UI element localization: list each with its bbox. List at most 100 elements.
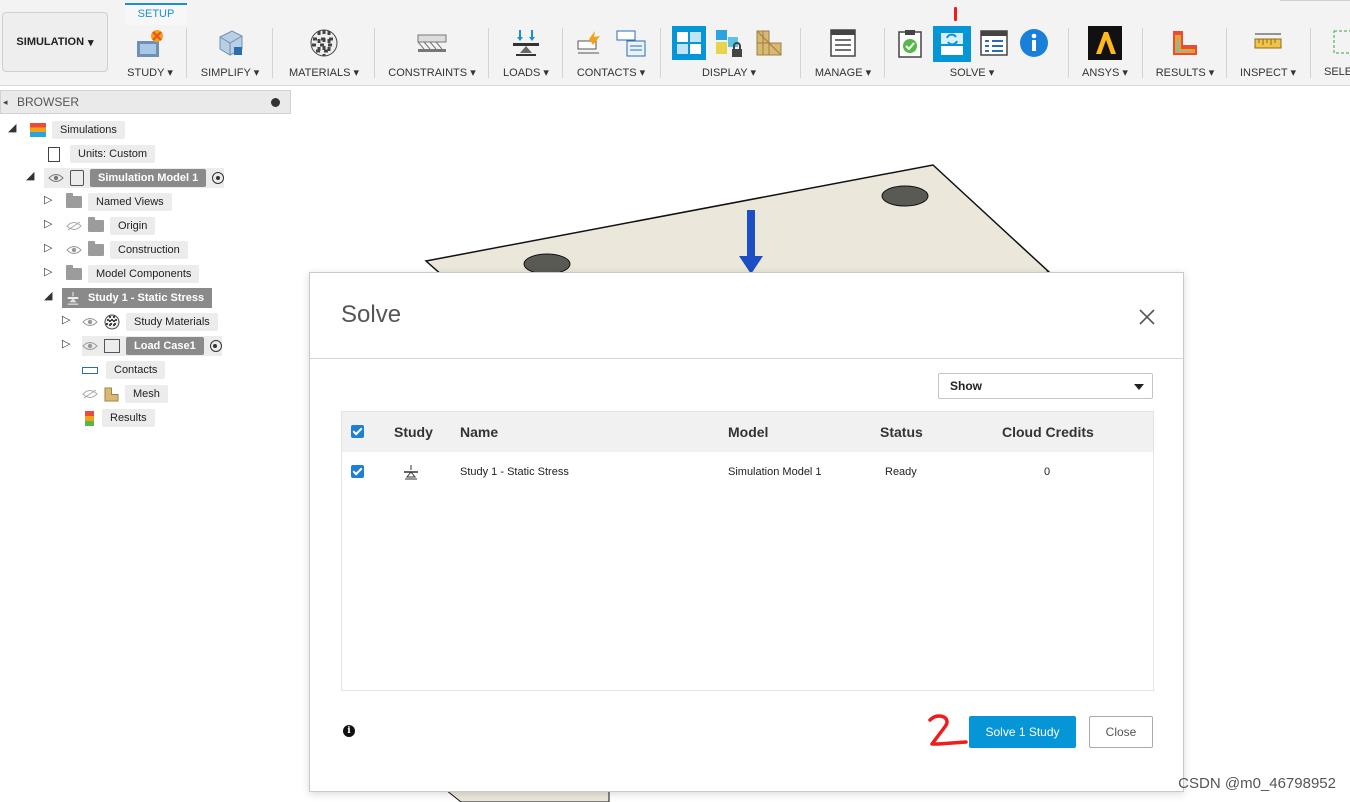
contacts-icon xyxy=(82,366,98,374)
contacts-group[interactable]: CONTACTS ▾ xyxy=(568,22,654,82)
select-all-checkbox[interactable] xyxy=(351,425,364,438)
tree-node-model-components[interactable]: Model Components xyxy=(66,264,200,284)
constraints-group[interactable]: CONSTRAINTS ▾ xyxy=(384,22,480,82)
browser-panel-header[interactable]: ◂ BROWSER xyxy=(0,90,291,114)
document-icon xyxy=(48,146,60,162)
tree-node-study-1[interactable]: Study 1 - Static Stress xyxy=(62,288,213,308)
results-menu-label: RESULTS xyxy=(1155,67,1206,79)
tree-node-contacts[interactable]: Contacts xyxy=(82,360,166,380)
solve-icon[interactable] xyxy=(933,26,971,62)
materials-sphere-icon xyxy=(307,26,341,60)
tree-label: Construction xyxy=(110,241,188,259)
solve-button[interactable]: Solve 1 Study xyxy=(969,716,1076,748)
tree-label: Units: Custom xyxy=(70,145,156,163)
results-gradient-icon xyxy=(85,410,94,426)
manage-group[interactable]: MANAGE ▾ xyxy=(808,22,878,82)
ansys-group[interactable]: ANSYS ▾ xyxy=(1074,22,1136,82)
eye-icon[interactable] xyxy=(66,245,82,255)
info-icon[interactable]: i xyxy=(343,725,355,737)
ansys-menu-label: ANSYS xyxy=(1082,67,1120,79)
tree-label: Mesh xyxy=(125,385,168,403)
eye-hidden-icon[interactable] xyxy=(82,389,98,399)
structural-load-icon xyxy=(509,26,543,60)
annotation-mark-2 xyxy=(928,714,968,746)
tree-node-origin[interactable]: Origin xyxy=(66,216,156,236)
chevron-down-icon: ▾ xyxy=(167,67,173,79)
eye-icon[interactable] xyxy=(82,341,98,351)
tree-node-mesh[interactable]: Mesh xyxy=(82,384,168,404)
simplify-menu-label: SIMPLIFY xyxy=(200,67,251,79)
select-group[interactable]: SELE xyxy=(1316,22,1350,82)
results-group[interactable]: RESULTS ▾ xyxy=(1150,22,1220,82)
settings-list-icon xyxy=(826,26,860,60)
solve-group[interactable]: SOLVE ▾ xyxy=(892,22,1052,82)
workspace-switcher[interactable]: SIMULATION ▾ xyxy=(2,12,108,72)
ribbon-divider xyxy=(562,28,563,78)
tree-node-units[interactable]: Units: Custom xyxy=(48,144,156,164)
loads-group[interactable]: LOADS ▾ xyxy=(496,22,556,82)
tree-node-load-case[interactable]: Load Case1 xyxy=(82,336,222,356)
tree-node-construction[interactable]: Construction xyxy=(66,240,188,260)
ribbon-divider xyxy=(1226,28,1227,78)
collapsed-triangle-icon[interactable]: ▷ xyxy=(62,337,70,350)
folder-icon xyxy=(66,193,82,208)
table-header: Study Name Model Status Cloud Credits xyxy=(342,412,1153,452)
expanded-triangle-icon[interactable]: ◢ xyxy=(8,121,16,134)
ribbon-divider xyxy=(374,28,375,78)
tree-label: Origin xyxy=(110,217,156,235)
dof-view-icon xyxy=(672,26,706,60)
chevron-down-icon: ▾ xyxy=(88,36,94,49)
pre-check-icon xyxy=(893,26,927,60)
collapse-panel-icon[interactable]: ◂ xyxy=(3,91,8,113)
study-group[interactable]: STUDY ▾ xyxy=(118,22,182,82)
manage-menu-label: MANAGE xyxy=(814,67,863,79)
collapsed-triangle-icon[interactable]: ▷ xyxy=(44,193,52,206)
chevron-down-icon: ▾ xyxy=(865,67,872,79)
auto-contacts-icon xyxy=(574,26,608,60)
eye-hidden-icon[interactable] xyxy=(66,221,82,231)
collapsed-triangle-icon[interactable]: ▷ xyxy=(44,217,52,230)
ribbon-divider xyxy=(1142,28,1143,78)
collapsed-triangle-icon[interactable]: ▷ xyxy=(44,241,52,254)
close-icon[interactable] xyxy=(1137,307,1157,327)
minimize-icon[interactable] xyxy=(271,98,280,107)
job-status-icon xyxy=(977,26,1011,60)
display-group[interactable]: DISPLAY ▾ xyxy=(666,22,792,82)
simplify-group[interactable]: SIMPLIFY ▾ xyxy=(194,22,266,82)
select-menu-label: SELE xyxy=(1324,66,1350,78)
tree-label: Simulations xyxy=(52,121,125,139)
expanded-triangle-icon[interactable]: ◢ xyxy=(44,289,52,302)
results-icon xyxy=(1168,26,1202,60)
show-filter-select[interactable]: Show xyxy=(938,373,1153,399)
expanded-triangle-icon[interactable]: ◢ xyxy=(26,169,34,182)
collapsed-triangle-icon[interactable]: ▷ xyxy=(44,265,52,278)
tree-node-study-materials[interactable]: Study Materials xyxy=(82,312,218,332)
tree-label: Named Views xyxy=(88,193,172,211)
folder-icon xyxy=(66,265,82,280)
column-header-cloud-credits: Cloud Credits xyxy=(1002,424,1094,440)
tree-node-simulation-model[interactable]: Simulation Model 1 xyxy=(44,168,225,188)
show-filter-value: Show xyxy=(950,379,982,393)
tree-label: Simulation Model 1 xyxy=(90,169,207,187)
inspect-group[interactable]: INSPECT ▾ xyxy=(1232,22,1304,82)
ansys-logo-icon xyxy=(1088,26,1122,60)
ribbon-toolbar: SIMULATION ▾ SETUP STUDY ▾ SIMPLIFY ▾ MA… xyxy=(0,0,1350,86)
tree-node-named-views[interactable]: Named Views xyxy=(66,192,172,212)
activate-radio-icon[interactable] xyxy=(212,172,225,184)
tree-label: Results xyxy=(102,409,155,427)
collapsed-triangle-icon[interactable]: ▷ xyxy=(62,313,70,326)
tree-node-results[interactable]: Results xyxy=(82,408,155,428)
display-menu-label: DISPLAY xyxy=(701,67,748,79)
activate-radio-icon[interactable] xyxy=(209,340,222,352)
materials-group[interactable]: MATERIALS ▾ xyxy=(282,22,366,82)
eye-icon[interactable] xyxy=(82,317,98,327)
chevron-down-icon: ▾ xyxy=(543,67,549,79)
tree-node-simulations[interactable]: Simulations xyxy=(30,120,125,140)
eye-icon[interactable] xyxy=(48,173,64,183)
ribbon-divider xyxy=(186,28,187,78)
close-button[interactable]: Close xyxy=(1089,716,1153,748)
column-header-name: Name xyxy=(460,424,499,440)
ribbon-top-edge xyxy=(1280,0,1350,1)
tree-label: Study Materials xyxy=(126,313,218,331)
row-checkbox[interactable] xyxy=(351,465,364,478)
